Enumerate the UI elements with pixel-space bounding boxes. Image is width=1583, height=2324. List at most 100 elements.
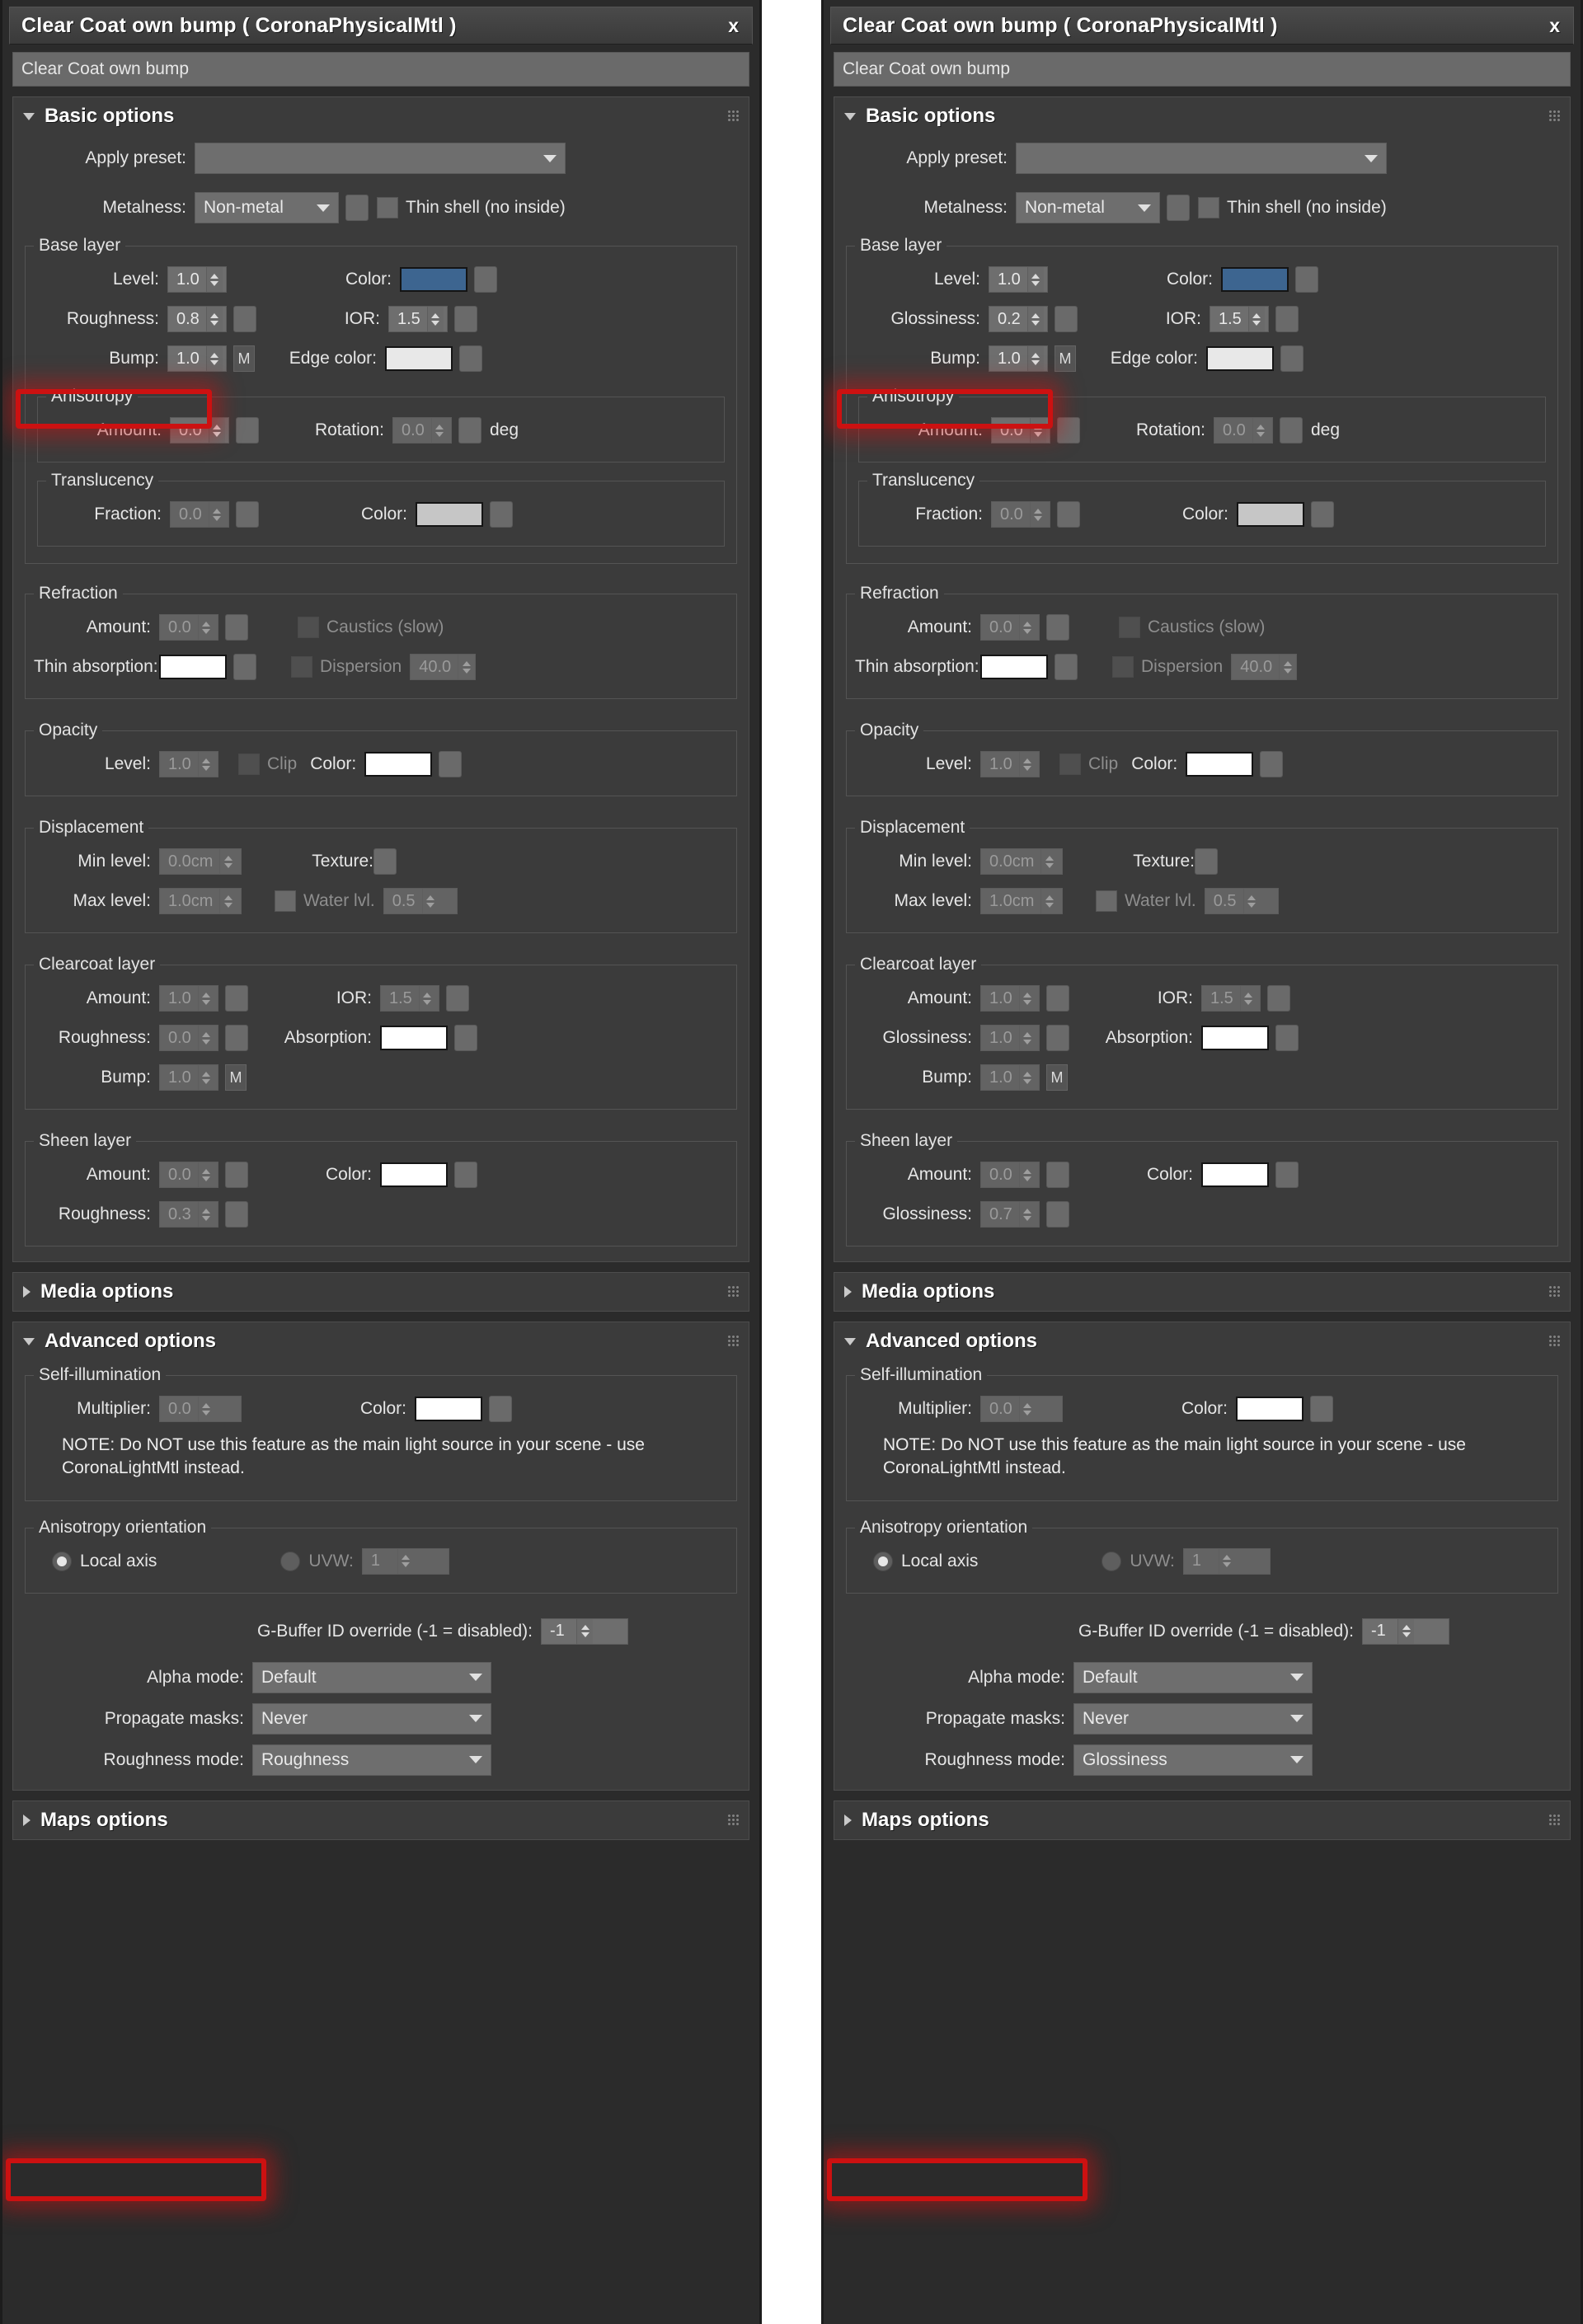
spinner-arrows-icon[interactable] xyxy=(205,307,223,331)
clip-checkbox[interactable] xyxy=(1059,754,1081,775)
aniso-amount-spinner[interactable]: 0.0 xyxy=(170,417,229,444)
rollout-header-basic[interactable]: Basic options xyxy=(13,97,749,135)
aniso-amount-map-button[interactable] xyxy=(1057,417,1080,444)
spinner-arrows-icon[interactable] xyxy=(197,1065,214,1090)
translucency-color-swatch[interactable] xyxy=(1237,502,1304,527)
clearcoat-roughness-map-button[interactable] xyxy=(225,1025,248,1051)
caustics-checkbox[interactable] xyxy=(1119,617,1140,638)
rollout-header-advanced[interactable]: Advanced options xyxy=(13,1322,749,1360)
spinner-arrows-icon[interactable] xyxy=(576,1618,593,1644)
sheen-color-map-button[interactable] xyxy=(1275,1162,1299,1188)
base-bump-spinner[interactable]: 1.0 xyxy=(989,345,1048,372)
sheen-color-swatch[interactable] xyxy=(1201,1162,1269,1187)
water-level-checkbox[interactable] xyxy=(275,890,296,912)
spinner-arrows-icon[interactable] xyxy=(421,889,439,913)
water-level-checkbox[interactable] xyxy=(1096,890,1117,912)
clearcoat-ior-map-button[interactable] xyxy=(1267,985,1290,1012)
thin-shell-checkbox[interactable] xyxy=(377,197,398,218)
roughness-mode-dropdown[interactable]: Roughness xyxy=(252,1744,491,1776)
base-level-spinner[interactable]: 1.0 xyxy=(989,266,1048,293)
spinner-arrows-icon[interactable] xyxy=(197,1397,214,1421)
spinner-arrows-icon[interactable] xyxy=(1218,1548,1235,1574)
drag-grip-icon[interactable] xyxy=(727,1285,739,1298)
sheen-amount-map-button[interactable] xyxy=(225,1162,248,1188)
base-edge-color-swatch[interactable] xyxy=(385,346,453,371)
alpha-mode-dropdown[interactable]: Default xyxy=(252,1661,491,1693)
base-glossiness-map-button[interactable] xyxy=(1055,306,1078,332)
translucency-fraction-spinner[interactable]: 0.0 xyxy=(170,501,229,528)
base-color-map-button[interactable] xyxy=(474,266,497,293)
spinner-arrows-icon[interactable] xyxy=(397,1548,414,1574)
clearcoat-bump-map-button[interactable]: M xyxy=(225,1064,247,1091)
thin-absorption-map-button[interactable] xyxy=(233,654,256,680)
clearcoat-ior-map-button[interactable] xyxy=(446,985,469,1012)
spinner-arrows-icon[interactable] xyxy=(1239,986,1257,1011)
panel-titlebar[interactable]: Clear Coat own bump ( CoronaPhysicalMtl … xyxy=(9,7,753,45)
opacity-color-swatch[interactable] xyxy=(1186,752,1254,777)
self-illum-multiplier-spinner[interactable]: 0.0 xyxy=(159,1396,242,1422)
spinner-arrows-icon[interactable] xyxy=(219,849,237,874)
rollout-header-media[interactable]: Media options xyxy=(13,1273,749,1311)
alpha-mode-dropdown[interactable]: Default xyxy=(1073,1661,1313,1693)
spinner-arrows-icon[interactable] xyxy=(1018,1202,1036,1227)
dispersion-checkbox[interactable] xyxy=(291,656,312,678)
spinner-arrows-icon[interactable] xyxy=(1018,1397,1036,1421)
base-level-spinner[interactable]: 1.0 xyxy=(167,266,227,293)
self-illum-color-swatch[interactable] xyxy=(415,1397,482,1421)
translucency-fraction-spinner[interactable]: 0.0 xyxy=(991,501,1050,528)
material-name-input[interactable]: Clear Coat own bump xyxy=(834,52,1571,87)
spinner-arrows-icon[interactable] xyxy=(1040,849,1058,874)
dispersion-checkbox[interactable] xyxy=(1112,656,1134,678)
spinner-arrows-icon[interactable] xyxy=(205,346,223,371)
clearcoat-absorption-map-button[interactable] xyxy=(454,1025,477,1051)
refraction-amount-spinner[interactable]: 0.0 xyxy=(159,614,218,641)
material-name-input[interactable]: Clear Coat own bump xyxy=(12,52,749,87)
metalness-map-button[interactable] xyxy=(1167,195,1190,221)
rollout-header-basic[interactable]: Basic options xyxy=(834,97,1570,135)
base-edge-color-swatch[interactable] xyxy=(1206,346,1274,371)
base-ior-spinner[interactable]: 1.5 xyxy=(1210,306,1269,332)
spinner-arrows-icon[interactable] xyxy=(197,615,214,640)
aniso-rotation-map-button[interactable] xyxy=(458,417,481,444)
displacement-min-spinner[interactable]: 0.0cm xyxy=(980,848,1063,875)
refraction-amount-map-button[interactable] xyxy=(1046,614,1069,641)
radio-uvw[interactable] xyxy=(280,1551,301,1571)
spinner-arrows-icon[interactable] xyxy=(1018,1026,1036,1050)
apply-preset-dropdown[interactable] xyxy=(1016,143,1387,174)
clearcoat-bump-spinner[interactable]: 1.0 xyxy=(980,1064,1040,1091)
base-roughness-map-button[interactable] xyxy=(233,306,256,332)
spinner-arrows-icon[interactable] xyxy=(1279,655,1296,679)
spinner-arrows-icon[interactable] xyxy=(1018,1162,1036,1187)
sheen-amount-spinner[interactable]: 0.0 xyxy=(159,1162,218,1188)
refraction-amount-spinner[interactable]: 0.0 xyxy=(980,614,1040,641)
gbuffer-spinner[interactable]: -1 xyxy=(1362,1617,1449,1645)
spinner-arrows-icon[interactable] xyxy=(208,418,225,443)
spinner-arrows-icon[interactable] xyxy=(1018,1065,1036,1090)
displacement-min-spinner[interactable]: 0.0cm xyxy=(159,848,242,875)
base-bump-map-button[interactable]: M xyxy=(1055,345,1076,372)
base-color-swatch[interactable] xyxy=(400,267,467,292)
spinner-arrows-icon[interactable] xyxy=(1029,418,1046,443)
close-icon[interactable]: x xyxy=(726,15,740,37)
uvw-spinner[interactable]: 1 xyxy=(1182,1547,1271,1575)
translucency-fraction-map-button[interactable] xyxy=(1057,501,1080,528)
base-roughness-spinner[interactable]: 0.8 xyxy=(167,306,227,332)
aniso-amount-spinner[interactable]: 0.0 xyxy=(991,417,1050,444)
rollout-header-advanced[interactable]: Advanced options xyxy=(834,1322,1570,1360)
spinner-arrows-icon[interactable] xyxy=(1029,502,1046,527)
spinner-arrows-icon[interactable] xyxy=(219,889,237,913)
base-bump-map-button[interactable]: M xyxy=(233,345,255,372)
panel-titlebar[interactable]: Clear Coat own bump ( CoronaPhysicalMtl … xyxy=(830,7,1574,45)
metalness-map-button[interactable] xyxy=(345,195,369,221)
spinner-arrows-icon[interactable] xyxy=(208,502,225,527)
spinner-arrows-icon[interactable] xyxy=(197,986,214,1011)
rollout-header-maps[interactable]: Maps options xyxy=(834,1801,1570,1839)
self-illum-color-map-button[interactable] xyxy=(1310,1396,1333,1422)
thin-absorption-swatch[interactable] xyxy=(159,655,227,679)
water-level-spinner[interactable]: 0.5 xyxy=(1204,888,1279,914)
clearcoat-bump-map-button[interactable]: M xyxy=(1046,1064,1068,1091)
base-edge-color-map-button[interactable] xyxy=(459,345,482,372)
opacity-level-spinner[interactable]: 1.0 xyxy=(159,751,218,777)
drag-grip-icon[interactable] xyxy=(727,110,739,123)
clip-checkbox[interactable] xyxy=(238,754,260,775)
